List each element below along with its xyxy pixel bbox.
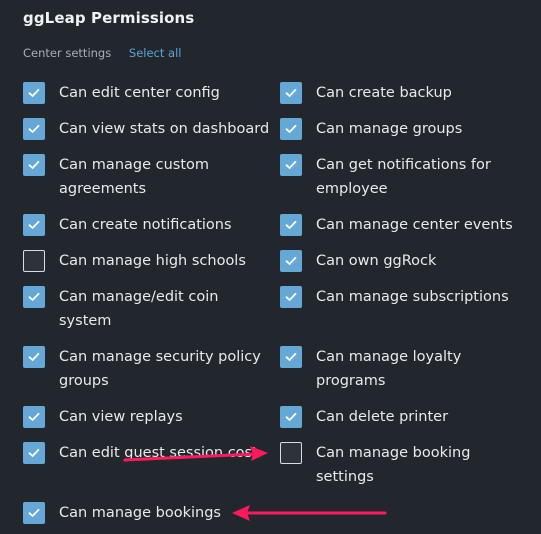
checkbox-checked[interactable]	[280, 118, 302, 140]
page-title: ggLeap Permissions	[23, 9, 195, 27]
permission-item[interactable]: Can manage loyalty programs	[280, 346, 530, 393]
checkbox-checked[interactable]	[23, 406, 45, 428]
checkmark-icon	[285, 256, 297, 265]
permission-item[interactable]: Can edit center config	[23, 82, 273, 105]
permission-label: Can edit center config	[59, 85, 220, 101]
permission-label: Can manage security policy groups	[59, 349, 261, 389]
checkbox-checked[interactable]	[280, 82, 302, 104]
checkbox-checked[interactable]	[23, 214, 45, 236]
checkbox-checked[interactable]	[23, 286, 45, 308]
checkmark-icon	[28, 508, 40, 517]
checkmark-icon	[28, 160, 40, 169]
checkbox-checked[interactable]	[23, 154, 45, 176]
permission-label: Can manage subscriptions	[316, 289, 509, 305]
checkmark-icon	[285, 352, 297, 361]
permission-label: Can manage booking settings	[316, 445, 471, 485]
permission-item[interactable]: Can own ggRock	[280, 250, 530, 273]
permission-item[interactable]: Can manage booking settings	[280, 442, 530, 489]
checkbox-checked[interactable]	[280, 406, 302, 428]
permission-item[interactable]: Can create backup	[280, 82, 530, 105]
permission-item[interactable]: Can edit guest session cost	[23, 442, 273, 465]
checkmark-icon	[28, 220, 40, 229]
permission-item[interactable]: Can view stats on dashboard	[23, 118, 273, 141]
permission-label: Can view stats on dashboard	[59, 121, 270, 137]
permission-label: Can manage loyalty programs	[316, 349, 462, 389]
permission-label: Can own ggRock	[316, 253, 437, 269]
permission-label: Can manage groups	[316, 121, 463, 137]
checkmark-icon	[28, 292, 40, 301]
section-header: Center settings Select all	[23, 46, 181, 60]
permission-item[interactable]: Can manage security policy groups	[23, 346, 273, 393]
permission-item[interactable]: Can manage groups	[280, 118, 530, 141]
checkbox-checked[interactable]	[280, 286, 302, 308]
permission-label: Can manage bookings	[59, 505, 221, 521]
checkbox-checked[interactable]	[280, 346, 302, 368]
checkmark-icon	[285, 124, 297, 133]
checkmark-icon	[285, 292, 297, 301]
select-all-link[interactable]: Select all	[129, 46, 182, 60]
permission-item[interactable]: Can manage custom agreements	[23, 154, 273, 201]
checkmark-icon	[28, 352, 40, 361]
permission-item[interactable]: Can manage center events	[280, 214, 530, 237]
checkmark-icon	[285, 88, 297, 97]
checkbox-unchecked[interactable]	[280, 442, 302, 464]
checkbox-checked[interactable]	[23, 502, 45, 524]
permission-label: Can delete printer	[316, 409, 449, 425]
permission-label: Can create backup	[316, 85, 452, 101]
permission-item[interactable]: Can create notifications	[23, 214, 273, 237]
permission-label: Can manage high schools	[59, 253, 246, 269]
checkmark-icon	[28, 124, 40, 133]
permission-item[interactable]: Can manage bookings	[23, 502, 273, 525]
permission-label: Can create notifications	[59, 217, 232, 233]
checkbox-checked[interactable]	[23, 82, 45, 104]
checkmark-icon	[28, 412, 40, 421]
checkbox-checked[interactable]	[280, 154, 302, 176]
checkmark-icon	[285, 412, 297, 421]
section-label: Center settings	[23, 46, 112, 60]
permission-item[interactable]: Can delete printer	[280, 406, 530, 429]
checkmark-icon	[28, 88, 40, 97]
checkbox-unchecked[interactable]	[23, 250, 45, 272]
permission-item[interactable]: Can manage high schools	[23, 250, 273, 273]
checkmark-icon	[285, 220, 297, 229]
checkbox-checked[interactable]	[280, 250, 302, 272]
permission-label: Can view replays	[59, 409, 183, 425]
checkbox-checked[interactable]	[23, 442, 45, 464]
permission-item[interactable]: Can view replays	[23, 406, 273, 429]
permission-item[interactable]: Can get notifications for employee	[280, 154, 530, 201]
permission-label: Can get notifications for employee	[316, 157, 491, 197]
permission-label: Can manage center events	[316, 217, 513, 233]
checkmark-icon	[285, 160, 297, 169]
checkbox-checked[interactable]	[280, 214, 302, 236]
permission-label: Can manage/edit coin system	[59, 289, 219, 329]
checkbox-checked[interactable]	[23, 346, 45, 368]
permission-item[interactable]: Can manage/edit coin system	[23, 286, 273, 333]
checkmark-icon	[28, 448, 40, 457]
checkbox-checked[interactable]	[23, 118, 45, 140]
permission-label: Can manage custom agreements	[59, 157, 210, 197]
permission-label: Can edit guest session cost	[59, 445, 258, 461]
permission-item[interactable]: Can manage subscriptions	[280, 286, 530, 309]
